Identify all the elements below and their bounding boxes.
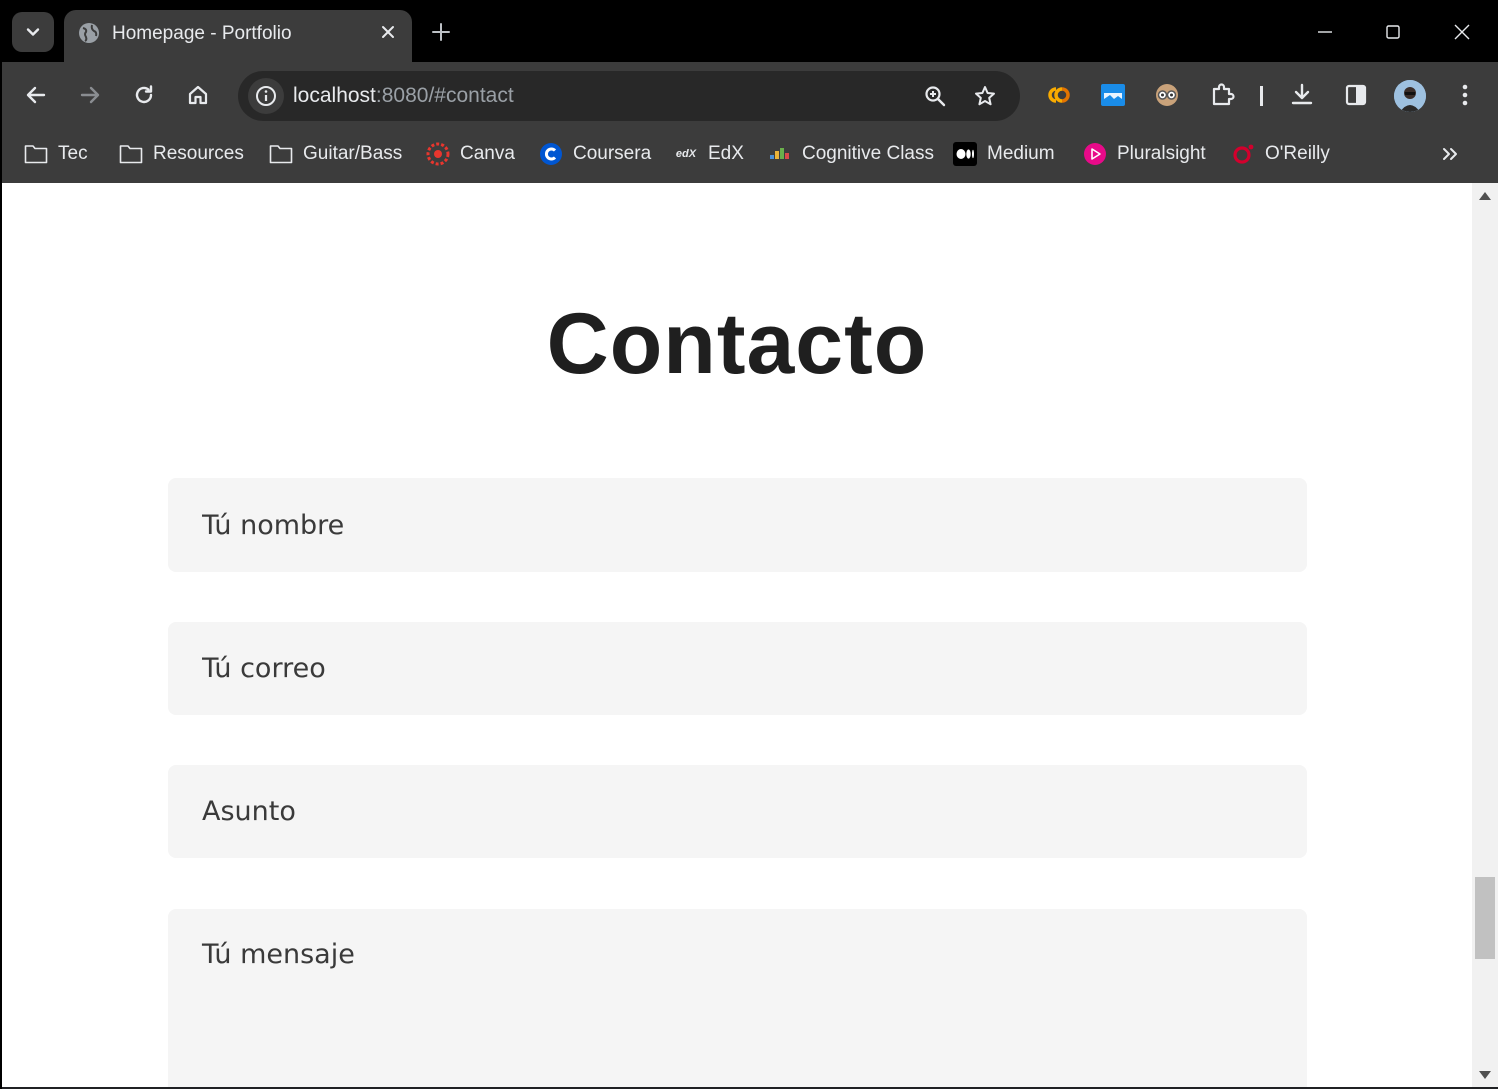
reload-icon: [135, 85, 153, 104]
name-input[interactable]: [168, 478, 1307, 572]
email-input[interactable]: [168, 622, 1307, 715]
oreilly-icon: [1231, 142, 1255, 166]
zoom-button[interactable]: [918, 79, 952, 113]
tab-close-button[interactable]: [376, 20, 400, 44]
puzzle-icon: [1212, 83, 1235, 106]
bookmark-tec[interactable]: Tec: [24, 140, 88, 168]
bookmark-edx[interactable]: edX EdX: [674, 140, 744, 168]
bookmark-guitar-bass[interactable]: Guitar/Bass: [269, 140, 402, 168]
bookmark-label: EdX: [708, 143, 744, 164]
extensions-button[interactable]: [1205, 78, 1239, 112]
bookmark-label: Guitar/Bass: [303, 143, 403, 164]
bookmark-label: Pluralsight: [1117, 143, 1206, 164]
close-icon: [1454, 24, 1470, 40]
chevron-down-icon: [26, 28, 40, 36]
owl-icon: [1156, 84, 1178, 106]
vertical-scrollbar[interactable]: [1472, 183, 1498, 1087]
edx-icon: edX: [674, 142, 698, 166]
double-chevron-right-icon: [1443, 148, 1457, 160]
info-icon: [256, 86, 276, 106]
toolbar-separator: [1260, 86, 1263, 106]
address-bar[interactable]: localhost:8080/#contact: [238, 71, 1020, 121]
home-button[interactable]: [178, 75, 218, 115]
tab-title: Homepage - Portfolio: [112, 23, 292, 44]
bookmark-pluralsight[interactable]: Pluralsight: [1083, 140, 1206, 168]
side-panel-icon: [1345, 84, 1367, 106]
extension-colab[interactable]: [1042, 78, 1076, 112]
maximize-icon: [1386, 25, 1400, 39]
folder-icon: [119, 142, 143, 166]
bookmark-label: Cognitive Class: [802, 143, 934, 164]
canva-icon: [426, 142, 450, 166]
menu-button[interactable]: [1448, 78, 1482, 112]
minimize-button[interactable]: [1307, 14, 1343, 50]
bookmarks-bar: Tec Resources Guitar/Bass Canva Coursera…: [2, 128, 1498, 183]
download-icon: [1291, 83, 1313, 105]
globe-icon: [79, 23, 99, 43]
close-icon: [382, 26, 394, 38]
contact-title: Contacto: [546, 296, 928, 392]
side-panel-button[interactable]: [1339, 78, 1373, 112]
arrow-left-icon: [26, 86, 46, 104]
url-path: :8080/#contact: [375, 84, 514, 107]
bookmark-star-button[interactable]: [968, 79, 1002, 113]
bookmark-cognitive-class[interactable]: Cognitive Class: [768, 140, 934, 168]
scroll-up-arrow[interactable]: [1479, 192, 1491, 200]
arrow-right-icon: [80, 86, 100, 104]
scrollbar-thumb[interactable]: [1475, 877, 1495, 959]
bookmark-label: Tec: [58, 143, 88, 164]
bookmark-label: O'Reilly: [1265, 143, 1330, 164]
bookmark-resources[interactable]: Resources: [119, 140, 244, 168]
new-tab-button[interactable]: [427, 18, 455, 46]
bookmark-canva[interactable]: Canva: [426, 140, 515, 168]
bookmark-coursera[interactable]: Coursera: [539, 140, 651, 168]
toolbar: localhost:8080/#contact: [2, 62, 1498, 128]
scroll-down-arrow[interactable]: [1479, 1071, 1491, 1079]
medium-icon: [953, 142, 977, 166]
bookmark-label: Canva: [460, 143, 515, 164]
colab-icon: [1048, 87, 1070, 103]
url-text[interactable]: localhost:8080/#contact: [293, 84, 514, 108]
folder-icon: [24, 142, 48, 166]
minimize-icon: [1318, 31, 1332, 33]
site-info-button[interactable]: [248, 78, 284, 114]
subject-input[interactable]: [168, 765, 1307, 858]
profile-avatar[interactable]: [1394, 80, 1426, 112]
maximize-button[interactable]: [1375, 14, 1411, 50]
bookmark-medium[interactable]: Medium: [953, 140, 1055, 168]
coursera-icon: [539, 142, 563, 166]
star-icon: [975, 86, 995, 106]
browser-window: Homepage - Portfolio localhost:8080/#con…: [2, 0, 1498, 1089]
reload-button[interactable]: [124, 75, 164, 115]
message-textarea[interactable]: [168, 909, 1307, 1087]
url-host: localhost: [293, 84, 376, 107]
bookmark-oreilly[interactable]: O'Reilly: [1231, 140, 1330, 168]
zoom-icon: [925, 86, 946, 107]
extension-reader[interactable]: [1150, 78, 1184, 112]
home-icon: [188, 85, 208, 105]
page-viewport: Contacto: [2, 183, 1498, 1087]
avatar-image: [1394, 80, 1426, 112]
bookmark-label: Medium: [987, 143, 1055, 164]
extension-screenshot[interactable]: [1096, 78, 1130, 112]
tab-search-button[interactable]: [12, 12, 54, 52]
bookmarks-overflow-button[interactable]: [1436, 140, 1464, 168]
cognitive-class-icon: [768, 142, 792, 166]
tab-strip: Homepage - Portfolio: [2, 0, 1498, 62]
pluralsight-icon: [1083, 142, 1107, 166]
forward-button[interactable]: [70, 75, 110, 115]
back-button[interactable]: [16, 75, 56, 115]
plus-icon: [432, 23, 450, 41]
bookmark-label: Resources: [153, 143, 244, 164]
close-window-button[interactable]: [1444, 14, 1480, 50]
bookmark-label: Coursera: [573, 143, 652, 164]
screenshot-extension-icon: [1101, 84, 1125, 106]
more-vertical-icon: [1462, 84, 1468, 106]
downloads-button[interactable]: [1285, 78, 1319, 112]
folder-icon: [269, 142, 293, 166]
tab-homepage[interactable]: Homepage - Portfolio: [64, 10, 412, 62]
edx-icon-text: edX: [675, 148, 697, 160]
